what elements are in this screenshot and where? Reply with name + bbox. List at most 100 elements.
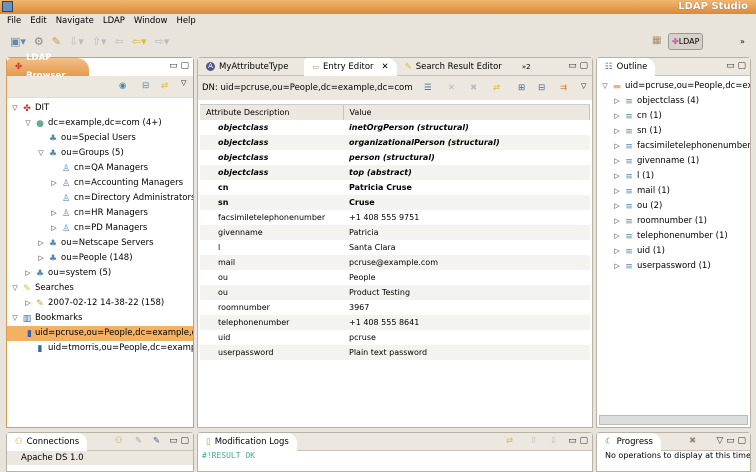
collapse-all-icon[interactable]: ⊟ — [538, 76, 545, 100]
tab-search-result-editor[interactable]: ✎ Search Result Editor — [397, 58, 510, 76]
menu-window[interactable]: Window — [134, 14, 168, 29]
refresh-icon[interactable]: ⇄ — [493, 76, 500, 100]
outline-root[interactable]: ▽▬uid=pcruse,ou=People,dc=example,dc=com — [601, 79, 750, 94]
open-perspective-icon[interactable]: ▦ — [652, 35, 661, 46]
attribute-name[interactable]: objectclass — [200, 150, 343, 165]
column-attribute-description[interactable]: Attribute Description — [200, 105, 344, 120]
expand-toggle-icon[interactable]: ▷ — [613, 169, 621, 184]
attribute-value[interactable]: Patricia — [343, 225, 590, 240]
attribute-value[interactable]: Cruse — [343, 195, 590, 210]
table-row[interactable]: objectclass person (structural) — [200, 150, 590, 165]
tree-item[interactable]: ▽ ▥ Bookmarks — [11, 311, 82, 326]
attribute-value[interactable]: pcruse — [343, 330, 590, 345]
menu-file[interactable]: File — [7, 14, 21, 29]
attribute-value[interactable]: Plain text password — [343, 345, 590, 360]
remove-all-icon[interactable]: ✖ — [689, 436, 696, 446]
expand-toggle-icon[interactable]: ▷ — [37, 236, 45, 251]
expand-toggle-icon[interactable]: ▷ — [50, 221, 58, 236]
minimize-maximize-icon[interactable]: ▭ ▢ — [568, 436, 588, 446]
search-icon[interactable]: ✎ — [52, 35, 61, 48]
tab-ldap-browser[interactable]: ✤LDAP Browser — [7, 53, 89, 81]
horizontal-scrollbar[interactable] — [599, 415, 748, 425]
table-row[interactable]: l Santa Clara — [200, 240, 590, 255]
expand-toggle-icon[interactable]: ▷ — [613, 109, 621, 124]
close-connection-icon[interactable]: ✎ — [153, 436, 160, 446]
expand-toggle-icon[interactable]: ▽ — [11, 101, 19, 116]
expand-toggle-icon[interactable]: ▷ — [613, 124, 621, 139]
table-row[interactable]: cn Patricia Cruse — [200, 180, 590, 195]
minimize-maximize-icon[interactable]: ▭ ▢ — [726, 61, 746, 71]
tab-connections[interactable]: ⚇ Connections — [7, 432, 88, 451]
tab-progress[interactable]: ☾ Progress — [597, 432, 661, 451]
open-connection-icon[interactable]: ✎ — [135, 436, 142, 446]
link-icon[interactable]: ⇄ — [161, 81, 168, 91]
outline-item[interactable]: ▷ ≡ roomnumber (1) — [613, 214, 707, 229]
tree-item[interactable]: ▽ ● dc=example,dc=com (4+) — [24, 116, 161, 131]
column-value[interactable]: Value — [343, 105, 590, 120]
outline-item[interactable]: ▷ ≡ sn (1) — [613, 124, 661, 139]
attribute-name[interactable]: uid — [200, 330, 343, 345]
attribute-name[interactable]: l — [200, 240, 343, 255]
attribute-name[interactable]: facsimiletelephonenumber — [200, 210, 343, 225]
attribute-name[interactable]: objectclass — [200, 120, 343, 135]
minimize-maximize-icon[interactable]: ▭ ▢ — [568, 61, 588, 71]
refresh-icon[interactable]: ⇄ — [506, 436, 513, 446]
expand-toggle-icon[interactable]: ▷ — [50, 176, 58, 191]
show-dn-icon[interactable]: ☰ — [424, 76, 432, 100]
tree-item[interactable]: ▮ uid=tmorris,ou=People,dc=example,dc=com — [24, 341, 193, 356]
table-row[interactable]: sn Cruse — [200, 195, 590, 210]
outline-item[interactable]: ▷ ≡ givenname (1) — [613, 154, 699, 169]
tree-item[interactable]: ▷ ♙ cn=HR Managers — [50, 206, 148, 221]
tab-myattributetype[interactable]: A MyAttributeType — [198, 58, 296, 76]
expand-toggle-icon[interactable]: ▷ — [24, 296, 32, 311]
attribute-name[interactable]: ou — [200, 270, 343, 285]
attribute-value[interactable]: Patricia Cruse — [343, 180, 590, 195]
outline-item[interactable]: ▷ ≡ mail (1) — [613, 184, 670, 199]
outline-item[interactable]: ▷ ≡ userpassword (1) — [613, 259, 710, 274]
expand-toggle-icon[interactable]: ▷ — [613, 139, 621, 154]
outline-item[interactable]: ▷ ≡ cn (1) — [613, 109, 662, 124]
open-connection-icon[interactable]: ◉ — [119, 81, 126, 91]
tree-item[interactable]: ▷ ♣ ou=Netscape Servers — [37, 236, 153, 251]
view-menu-minimize-maximize-icon[interactable]: ▽ ▭ ▢ — [716, 436, 746, 446]
tree-item[interactable]: ♣ ou=Special Users — [37, 131, 136, 146]
outline-item[interactable]: ▷ ≡ telephonenumber (1) — [613, 229, 727, 244]
attribute-name[interactable]: telephonenumber — [200, 315, 343, 330]
attribute-value[interactable]: organizationalPerson (structural) — [343, 135, 590, 150]
expand-toggle-icon[interactable]: ▷ — [613, 94, 621, 109]
tree-item[interactable]: ▷ ✎ 2007-02-12 14-38-22 (158) — [24, 296, 164, 311]
expand-toggle-icon[interactable]: ▽ — [37, 146, 45, 161]
table-row[interactable]: ou Product Testing — [200, 285, 590, 300]
tree-item[interactable]: ▷ ♣ ou=system (5) — [24, 266, 111, 281]
new-connection-icon[interactable]: ⚇ — [115, 436, 123, 446]
outline-item[interactable]: ▷ ≡ l (1) — [613, 169, 654, 184]
attribute-value[interactable]: People — [343, 270, 590, 285]
view-menu-icon[interactable]: ▽ — [181, 79, 186, 87]
table-row[interactable]: roomnumber 3967 — [200, 300, 590, 315]
table-row[interactable]: ou People — [200, 270, 590, 285]
tree-item[interactable]: ▷ ♣ ou=People (148) — [37, 251, 132, 266]
attribute-name[interactable]: sn — [200, 195, 343, 210]
attribute-value[interactable]: top (abstract) — [343, 165, 590, 180]
perspective-overflow[interactable]: » — [740, 37, 745, 46]
outline-item[interactable]: ▷ ≡ objectclass (4) — [613, 94, 699, 109]
expand-toggle-icon[interactable]: ▷ — [613, 229, 621, 244]
menu-ldap[interactable]: LDAP — [103, 14, 125, 29]
new-icon[interactable]: ▣▾ — [10, 35, 26, 48]
table-row[interactable]: givenname Patricia — [200, 225, 590, 240]
attribute-value[interactable]: 3967 — [343, 300, 590, 315]
attribute-name[interactable]: ou — [200, 285, 343, 300]
tree-item[interactable]: ▷ ♙ cn=Accounting Managers — [50, 176, 183, 191]
attribute-value[interactable]: pcruse@example.com — [343, 255, 590, 270]
outline-item[interactable]: ▷ ≡ uid (1) — [613, 244, 665, 259]
outline-item[interactable]: ▷ ≡ ou (2) — [613, 199, 662, 214]
menu-help[interactable]: Help — [176, 14, 195, 29]
minimize-maximize-icon[interactable]: ▭ ▢ — [169, 61, 189, 71]
expand-toggle-icon[interactable]: ▷ — [613, 184, 621, 199]
attribute-name[interactable]: cn — [200, 180, 343, 195]
expand-toggle-icon[interactable]: ▷ — [24, 266, 32, 281]
attribute-value[interactable]: +1 408 555 8641 — [343, 315, 590, 330]
attribute-name[interactable]: roomnumber — [200, 300, 343, 315]
table-row[interactable]: objectclass top (abstract) — [200, 165, 590, 180]
back-icon[interactable]: ⇦▾ — [132, 35, 147, 48]
